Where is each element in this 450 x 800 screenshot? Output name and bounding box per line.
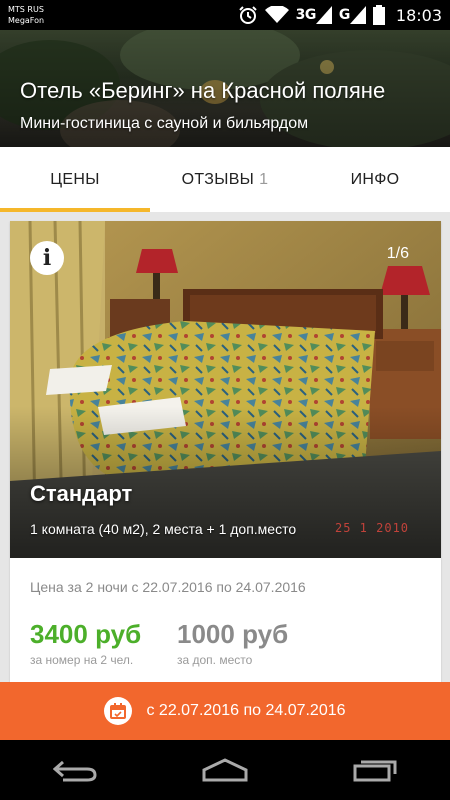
- clock: 18:03: [395, 5, 442, 25]
- room-photo-image: [10, 221, 441, 558]
- tab-reviews-label: ОТЗЫВЫ: [181, 170, 255, 188]
- battery-icon: [372, 5, 385, 25]
- photo-date-stamp: 25 1 2010: [335, 521, 410, 535]
- tab-prices[interactable]: ЦЕНЫ: [0, 147, 150, 212]
- price-extra-note: за доп. место: [177, 653, 253, 667]
- date-range-button[interactable]: с 22.07.2016 по 24.07.2016: [0, 682, 450, 740]
- recents-icon: [353, 760, 397, 782]
- status-bar: MTS RUS MegaFon 3G G 18:03: [0, 0, 450, 30]
- tab-reviews[interactable]: ОТЗЫВЫ 1: [150, 147, 300, 212]
- system-nav-bar: [0, 740, 450, 800]
- room-photo[interactable]: i 1/6 Стандарт 1 комната (40 м2), 2 мест…: [10, 221, 441, 558]
- home-icon: [202, 758, 248, 782]
- info-button[interactable]: i: [30, 241, 64, 275]
- date-range-text: с 22.07.2016 по 24.07.2016: [146, 702, 346, 719]
- hotel-header: Отель «Беринг» на Красной поляне Мини-го…: [0, 30, 450, 147]
- signal-icon: G: [339, 6, 366, 24]
- price-main-note: за номер на 2 чел.: [30, 653, 134, 667]
- signal-icon: 3G: [296, 6, 332, 24]
- status-icons: 3G G 18:03: [238, 0, 442, 30]
- app-screen: MTS RUS MegaFon 3G G 18:03 Отель «Беринг…: [0, 0, 450, 800]
- carrier-line-1: MTS RUS: [8, 5, 44, 14]
- carrier-line-2: MegaFon: [8, 16, 45, 25]
- network-type-2: G: [338, 7, 351, 23]
- back-icon: [53, 760, 97, 782]
- price-main: 3400 руб: [30, 619, 142, 649]
- price-extra: 1000 руб: [177, 619, 289, 649]
- network-type-1: 3G: [295, 7, 317, 23]
- room-details: 1 комната (40 м2), 2 места + 1 доп.место: [30, 521, 297, 537]
- info-icon: i: [42, 245, 52, 271]
- carrier-info: MTS RUS MegaFon: [8, 4, 44, 26]
- calendar-icon: [104, 697, 133, 725]
- room-card[interactable]: i 1/6 Стандарт 1 комната (40 м2), 2 мест…: [10, 221, 441, 691]
- tab-reviews-count: 1: [259, 170, 269, 188]
- tab-info[interactable]: ИНФО: [300, 147, 450, 212]
- photo-counter: 1/6: [386, 245, 409, 262]
- price-caption: Цена за 2 ночи с 22.07.2016 по 24.07.201…: [30, 579, 306, 595]
- tab-bar: ЦЕНЫ ОТЗЫВЫ 1 ИНФО: [0, 147, 450, 212]
- hotel-subtitle: Мини-гостиница с сауной и бильярдом: [20, 115, 309, 132]
- home-button[interactable]: [185, 740, 265, 800]
- back-button[interactable]: [35, 740, 115, 800]
- wifi-icon: [264, 6, 289, 24]
- tab-info-label: ИНФО: [350, 170, 400, 188]
- tab-prices-label: ЦЕНЫ: [50, 170, 100, 188]
- alarm-icon: [238, 5, 258, 25]
- room-name: Стандарт: [30, 481, 133, 506]
- recents-button[interactable]: [335, 740, 415, 800]
- hotel-title: Отель «Беринг» на Красной поляне: [20, 78, 386, 103]
